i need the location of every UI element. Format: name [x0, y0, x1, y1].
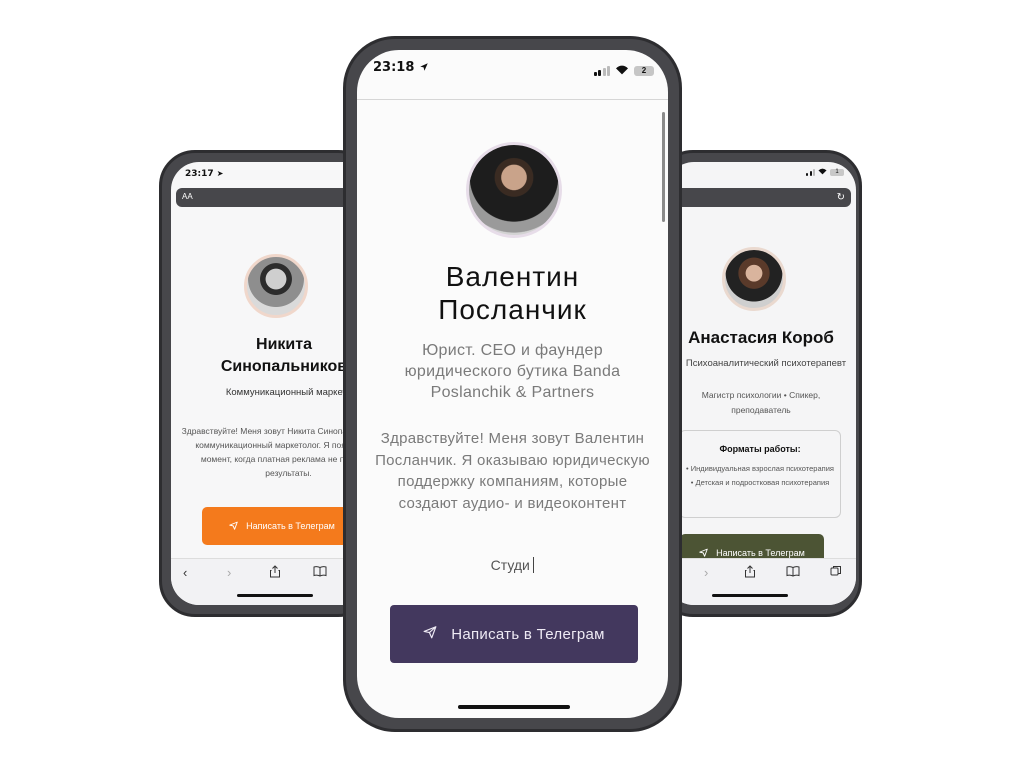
battery-icon: 2: [634, 66, 654, 76]
formats-card: Форматы работы: • Индивидуальная взросла…: [679, 430, 841, 518]
header-divider: [357, 99, 668, 100]
reload-icon[interactable]: ↻: [837, 192, 845, 203]
formats-title: Форматы работы:: [719, 444, 801, 454]
bookmarks-icon[interactable]: [786, 565, 800, 580]
browser-toolbar: ›: [666, 558, 856, 605]
location-arrow-icon: [419, 60, 429, 75]
telegram-button-label: Написать в Телеграм: [246, 521, 335, 531]
status-bar-time: 23:18: [373, 60, 429, 75]
profile-name: Анастасия Короб: [688, 328, 834, 347]
battery-icon: 1: [830, 169, 844, 176]
send-icon: [423, 625, 437, 643]
qualifications-line1: Магистр психологии • Спикер,: [701, 390, 821, 400]
telegram-button-label: Написать в Телеграм: [716, 548, 805, 558]
send-icon: [699, 548, 708, 559]
profile-role: Психоаналитический психотерапевт: [685, 358, 847, 369]
share-icon[interactable]: [269, 565, 281, 581]
phone-left: 23:17 ➤ AA Никита Синопальников Коммуник…: [159, 150, 391, 617]
text-caret: [532, 557, 535, 573]
address-bar[interactable]: ↻: [671, 188, 851, 207]
format-item: • Индивидуальная взрослая психотерапия: [686, 464, 834, 473]
location-arrow-icon: ➤: [216, 169, 224, 178]
back-icon[interactable]: ‹: [183, 565, 187, 580]
signal-icon: [593, 66, 610, 76]
send-icon: [229, 521, 238, 532]
telegram-button[interactable]: Написать в Телеграм: [202, 507, 362, 545]
profile-qualifications: Магистр психологии • Спикер, преподавате…: [666, 388, 856, 418]
home-indicator: [712, 594, 788, 597]
telegram-button[interactable]: Написать в Телеграм: [390, 605, 638, 663]
forward-icon[interactable]: ›: [704, 565, 708, 580]
profile-name-line2: Посланчик: [438, 294, 587, 325]
tabs-icon[interactable]: [830, 565, 842, 580]
telegram-button-label: Написать в Телеграм: [451, 625, 605, 643]
profile-name: Валентин Посланчик: [357, 260, 668, 326]
status-bar-right: 1: [806, 168, 844, 177]
qualifications-line2: преподаватель: [731, 405, 791, 415]
forward-icon[interactable]: ›: [227, 565, 231, 580]
mockup-stage: 23:17 ➤ AA Никита Синопальников Коммуник…: [0, 0, 1024, 768]
phone-center-screen: 23:18 2 Валентин Посланчик Юрист. CEO и …: [357, 50, 668, 718]
format-item: • Детская и подростковая психотерапия: [690, 478, 830, 487]
text-size-button[interactable]: AA: [182, 192, 193, 201]
wifi-icon: [818, 168, 827, 177]
status-bar-time: 23:17 ➤: [185, 169, 224, 179]
signal-icon: [806, 169, 815, 176]
share-icon[interactable]: [744, 565, 756, 581]
scrollbar[interactable]: [662, 112, 665, 222]
avatar: [466, 142, 562, 238]
profile-role: Юрист. CEO и фаундер юридического бутика…: [404, 342, 621, 401]
bookmarks-icon[interactable]: [313, 565, 327, 580]
avatar: [722, 247, 786, 311]
phone-right-screen: 1 ↻ Анастасия Короб Психоаналитический п…: [666, 162, 856, 605]
typing-text: Студи: [357, 557, 668, 573]
wifi-icon: [615, 62, 629, 80]
profile-bio: Здравствуйте! Меня зовут Валентин Послан…: [375, 430, 650, 512]
home-indicator: [458, 705, 570, 709]
status-bar-right: 2: [593, 62, 654, 80]
profile-name-line1: Валентин: [445, 261, 580, 292]
avatar: [244, 254, 308, 318]
home-indicator: [237, 594, 313, 597]
phone-right: 1 ↻ Анастасия Короб Психоаналитический п…: [657, 150, 862, 617]
phone-center: 23:18 2 Валентин Посланчик Юрист. CEO и …: [343, 36, 682, 732]
